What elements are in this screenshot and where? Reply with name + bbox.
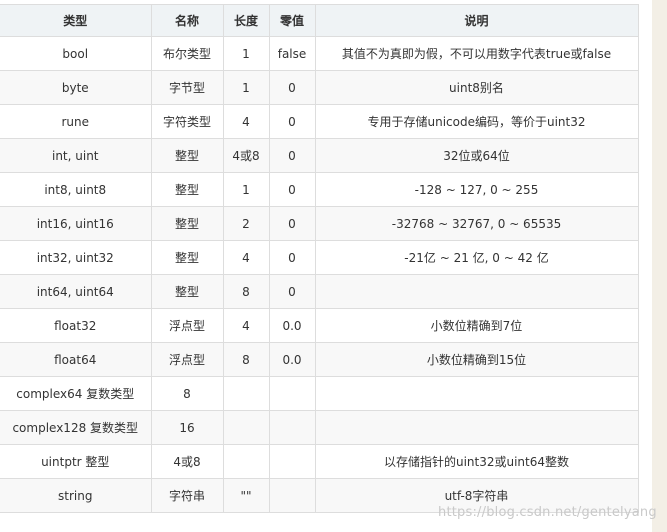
cell-name: 字节型 bbox=[150, 70, 224, 105]
table-row: uintptr 整型 4或8 以存储指针的uint32或uint64整数 bbox=[0, 444, 639, 479]
cell-desc: 小数位精确到7位 bbox=[314, 308, 639, 343]
cell-type: string bbox=[0, 478, 152, 513]
cell-length bbox=[222, 410, 270, 445]
table-row: complex128 复数类型 16 bbox=[0, 410, 639, 445]
table-row: int64, uint64 整型 8 0 bbox=[0, 274, 639, 309]
cell-length: 4 bbox=[222, 104, 270, 139]
header-name: 名称 bbox=[150, 4, 224, 37]
cell-name: 浮点型 bbox=[150, 342, 224, 377]
cell-name: 整型 bbox=[150, 138, 224, 173]
table-row: int32, uint32 整型 4 0 -21亿 ~ 21 亿, 0 ~ 42… bbox=[0, 240, 639, 275]
cell-type: int32, uint32 bbox=[0, 240, 152, 275]
cell-name: 16 bbox=[150, 410, 224, 445]
cell-type: float32 bbox=[0, 308, 152, 343]
cell-type: complex128 复数类型 bbox=[0, 410, 152, 445]
cell-desc: 小数位精确到15位 bbox=[314, 342, 639, 377]
cell-zero: false bbox=[268, 36, 316, 71]
table-row: rune 字符类型 4 0 专用于存储unicode编码，等价于uint32 bbox=[0, 104, 639, 139]
cell-zero bbox=[268, 478, 316, 513]
cell-name: 8 bbox=[150, 376, 224, 411]
cell-zero bbox=[268, 410, 316, 445]
header-length: 长度 bbox=[222, 4, 270, 37]
blog-watermark: https://blog.csdn.net/gentelyang bbox=[438, 505, 657, 520]
cell-desc bbox=[314, 376, 639, 411]
table-row: float64 浮点型 8 0.0 小数位精确到15位 bbox=[0, 342, 639, 377]
cell-type: complex64 复数类型 bbox=[0, 376, 152, 411]
cell-zero: 0.0 bbox=[268, 342, 316, 377]
header-zero-value: 零值 bbox=[268, 4, 316, 37]
cell-zero bbox=[268, 376, 316, 411]
cell-type: int16, uint16 bbox=[0, 206, 152, 241]
header-type: 类型 bbox=[0, 4, 152, 37]
table-row: bool 布尔类型 1 false 其值不为真即为假，不可以用数字代表true或… bbox=[0, 36, 639, 71]
cell-zero: 0 bbox=[268, 206, 316, 241]
cell-name: 布尔类型 bbox=[150, 36, 224, 71]
cell-name: 4或8 bbox=[150, 444, 224, 479]
table-row: int16, uint16 整型 2 0 -32768 ~ 32767, 0 ~… bbox=[0, 206, 639, 241]
table-row: float32 浮点型 4 0.0 小数位精确到7位 bbox=[0, 308, 639, 343]
cell-name: 字符串 bbox=[150, 478, 224, 513]
cell-type: int, uint bbox=[0, 138, 152, 173]
cell-length: 4或8 bbox=[222, 138, 270, 173]
cell-zero: 0 bbox=[268, 274, 316, 309]
cell-length bbox=[222, 376, 270, 411]
cell-type: int8, uint8 bbox=[0, 172, 152, 207]
cell-length: 1 bbox=[222, 36, 270, 71]
cell-type: float64 bbox=[0, 342, 152, 377]
cell-type: byte bbox=[0, 70, 152, 105]
cell-desc: -21亿 ~ 21 亿, 0 ~ 42 亿 bbox=[314, 240, 639, 275]
page-side-strip bbox=[652, 0, 667, 532]
cell-length: 2 bbox=[222, 206, 270, 241]
cell-zero: 0 bbox=[268, 138, 316, 173]
cell-zero: 0 bbox=[268, 240, 316, 275]
cell-type: int64, uint64 bbox=[0, 274, 152, 309]
cell-desc: uint8别名 bbox=[314, 70, 639, 105]
cell-length: 1 bbox=[222, 172, 270, 207]
cell-zero: 0.0 bbox=[268, 308, 316, 343]
cell-length: "" bbox=[222, 478, 270, 513]
cell-type: uintptr 整型 bbox=[0, 444, 152, 479]
cell-desc: -128 ~ 127, 0 ~ 255 bbox=[314, 172, 639, 207]
cell-length: 8 bbox=[222, 274, 270, 309]
cell-desc: 以存储指针的uint32或uint64整数 bbox=[314, 444, 639, 479]
header-row: 类型 名称 长度 零值 说明 bbox=[0, 4, 639, 37]
cell-length: 8 bbox=[222, 342, 270, 377]
table-row: int, uint 整型 4或8 0 32位或64位 bbox=[0, 138, 639, 173]
cell-length: 4 bbox=[222, 240, 270, 275]
cell-type: rune bbox=[0, 104, 152, 139]
cell-name: 字符类型 bbox=[150, 104, 224, 139]
cell-desc bbox=[314, 274, 639, 309]
header-description: 说明 bbox=[314, 4, 639, 37]
cell-name: 整型 bbox=[150, 172, 224, 207]
cell-zero bbox=[268, 444, 316, 479]
cell-desc: 专用于存储unicode编码，等价于uint32 bbox=[314, 104, 639, 139]
cell-zero: 0 bbox=[268, 104, 316, 139]
cell-desc: -32768 ~ 32767, 0 ~ 65535 bbox=[314, 206, 639, 241]
table-row: byte 字节型 1 0 uint8别名 bbox=[0, 70, 639, 105]
table-row: complex64 复数类型 8 bbox=[0, 376, 639, 411]
cell-desc: 32位或64位 bbox=[314, 138, 639, 173]
cell-name: 浮点型 bbox=[150, 308, 224, 343]
cell-type: bool bbox=[0, 36, 152, 71]
cell-desc bbox=[314, 410, 639, 445]
cell-desc: 其值不为真即为假，不可以用数字代表true或false bbox=[314, 36, 639, 71]
go-data-types-table: 类型 名称 长度 零值 说明 bool 布尔类型 1 false 其值不为真即为… bbox=[0, 4, 639, 513]
cell-length bbox=[222, 444, 270, 479]
cell-name: 整型 bbox=[150, 274, 224, 309]
page: 类型 名称 长度 零值 说明 bool 布尔类型 1 false 其值不为真即为… bbox=[0, 0, 667, 532]
cell-length: 1 bbox=[222, 70, 270, 105]
cell-length: 4 bbox=[222, 308, 270, 343]
cell-name: 整型 bbox=[150, 206, 224, 241]
table-row: int8, uint8 整型 1 0 -128 ~ 127, 0 ~ 255 bbox=[0, 172, 639, 207]
cell-zero: 0 bbox=[268, 70, 316, 105]
cell-name: 整型 bbox=[150, 240, 224, 275]
cell-zero: 0 bbox=[268, 172, 316, 207]
